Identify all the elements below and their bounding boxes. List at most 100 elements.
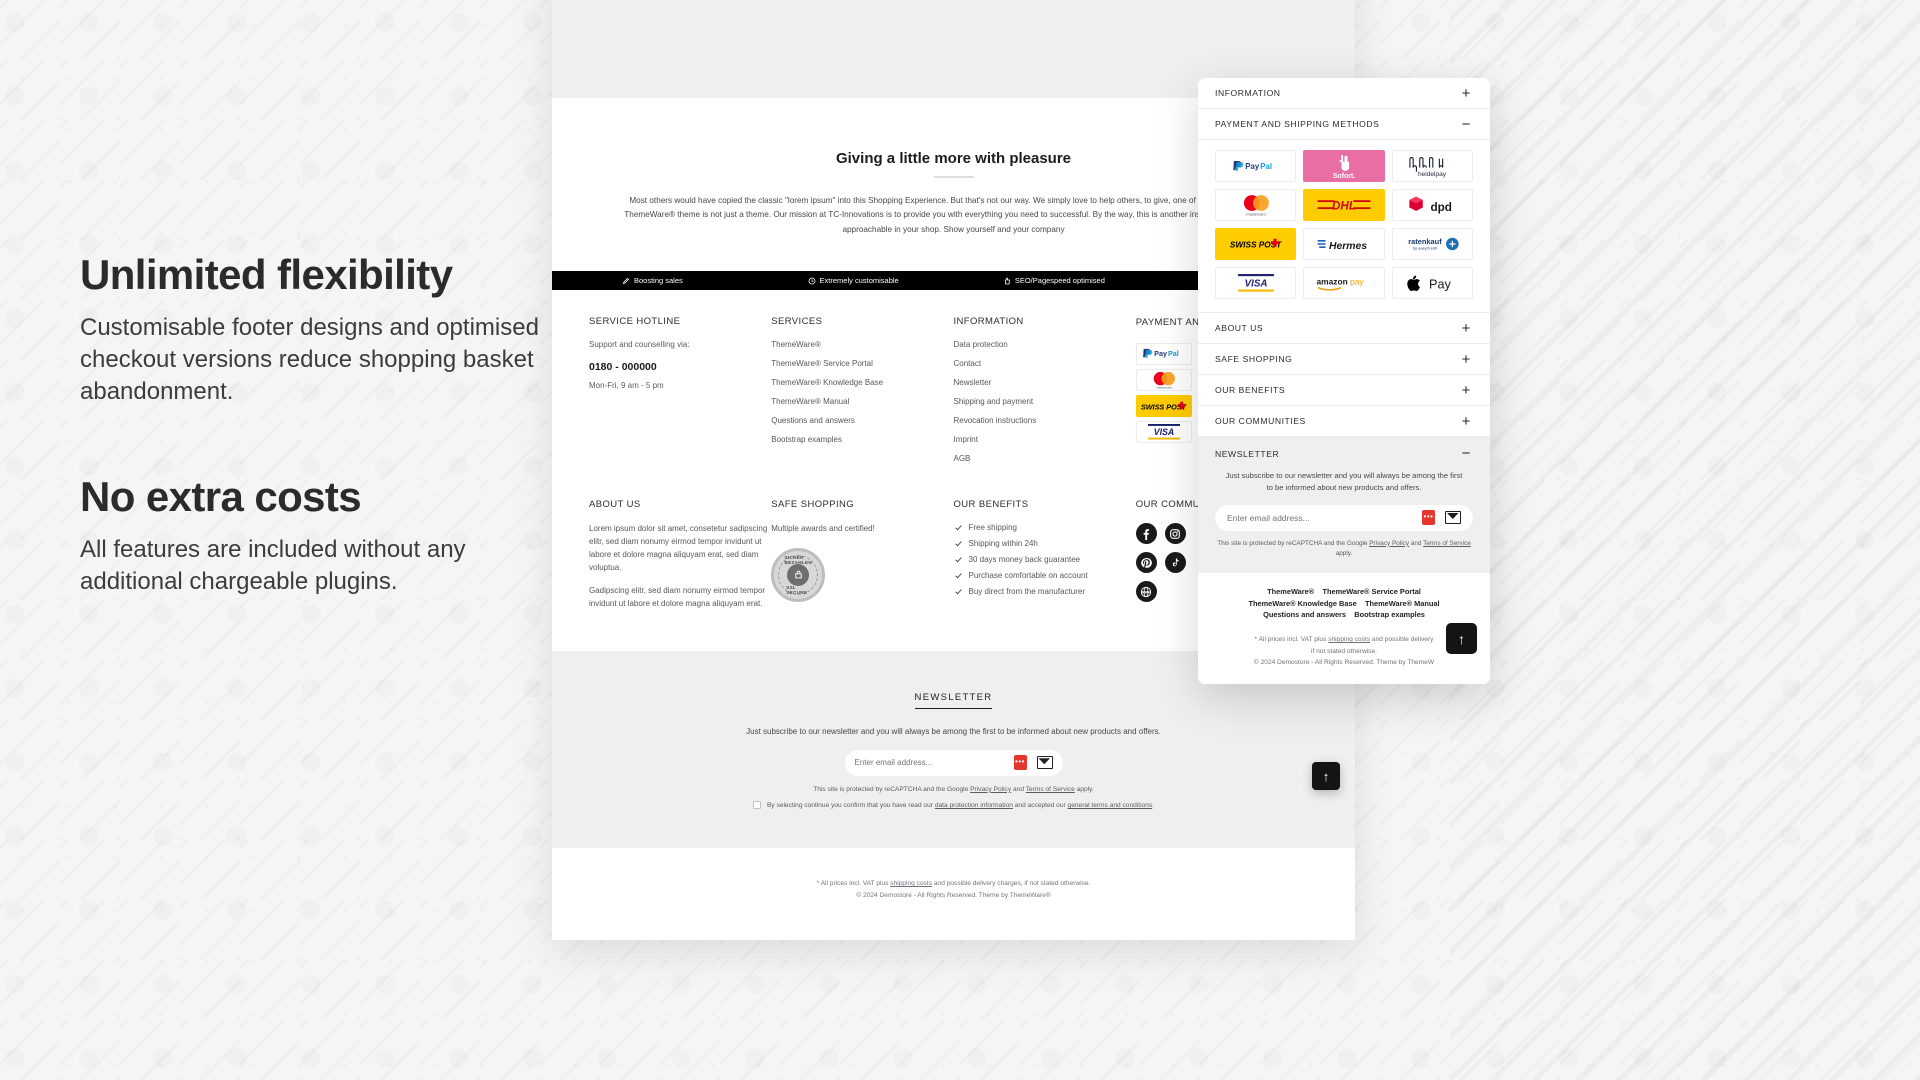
footer-link[interactable]: Revocation instructions	[954, 416, 1136, 425]
mobile-footer-link[interactable]: ThemeWare® Manual	[1365, 599, 1440, 608]
benefit-label: 30 days money back guarantee	[968, 555, 1081, 565]
scroll-to-top-button-desktop[interactable]: ↑	[1312, 762, 1340, 790]
accordion-row-information[interactable]: INFORMATION +	[1198, 78, 1490, 109]
minus-icon[interactable]: −	[1459, 117, 1473, 132]
shipping-costs-link[interactable]: shipping costs	[1328, 636, 1370, 643]
usp-item-boosting-sales: Boosting sales	[552, 276, 753, 285]
footer-link[interactable]: ThemeWare® Knowledge Base	[771, 378, 953, 387]
newsletter-email-input[interactable]	[854, 758, 1014, 768]
footer-link[interactable]: ThemeWare® Manual	[771, 397, 953, 406]
tiktok-icon[interactable]	[1164, 552, 1186, 574]
accordion-row-about-us[interactable]: ABOUT US +	[1198, 313, 1490, 344]
mobile-footer-link[interactable]: ThemeWare® Service Portal	[1322, 587, 1420, 596]
minus-icon[interactable]: −	[1459, 446, 1473, 461]
plus-icon[interactable]: +	[1459, 414, 1473, 429]
dhl-logo: DHL	[1317, 200, 1371, 213]
benefit-label: Purchase comfortable on account	[968, 571, 1088, 581]
accordion-row-our-benefits[interactable]: OUR BENEFITS +	[1198, 375, 1490, 406]
footer-link[interactable]: Shipping and payment	[954, 397, 1136, 406]
mobile-footer-link[interactable]: Questions and answers	[1263, 610, 1346, 619]
instagram-icon[interactable]	[1164, 523, 1186, 545]
payment-logo-mastercard: mastercard	[1135, 368, 1192, 391]
marketing-copy: Unlimited flexibility Customisable foote…	[80, 251, 550, 598]
accordion-title: ABOUT US	[1215, 323, 1264, 333]
privacy-policy-link[interactable]: Privacy Policy	[1369, 540, 1409, 547]
footer-link[interactable]: Contact	[954, 359, 1136, 368]
legal-mid: and	[1409, 539, 1424, 547]
footer-link[interactable]: Imprint	[954, 435, 1136, 444]
accordion-row-our-communities[interactable]: OUR COMMUNITIES +	[1198, 406, 1490, 437]
terms-of-service-link[interactable]: Terms of Service	[1026, 786, 1075, 793]
payment-logo-swiss-post: SWISS POST	[1135, 394, 1192, 417]
payment-logo-list: Pay Pal mastercard SWISS POST VISA	[1135, 342, 1192, 443]
svg-text:Hermes: Hermes	[1329, 241, 1367, 252]
usp-item-seo: SEO/Pagespeed optimised	[954, 276, 1155, 285]
privacy-policy-link[interactable]: Privacy Policy	[970, 786, 1011, 793]
badge-bottom-text: SSL SECURE	[786, 584, 808, 595]
copy-block-1: Unlimited flexibility Customisable foote…	[80, 251, 550, 408]
plus-icon[interactable]: +	[1459, 352, 1473, 367]
data-protection-link[interactable]: data protection information	[935, 802, 1013, 809]
footer-link[interactable]: ThemeWare® Service Portal	[771, 359, 953, 368]
website-icon[interactable]: WWW	[1135, 581, 1157, 603]
check-icon	[954, 573, 962, 579]
copy-block-2: No extra costs All features are included…	[80, 472, 550, 598]
svg-text:Pal: Pal	[1168, 349, 1179, 358]
payment-logo-paypal: Pay Pal	[1135, 342, 1192, 365]
hotline-phone[interactable]: 0180 - 000000	[589, 361, 771, 373]
footer-link[interactable]: Data protection	[954, 340, 1136, 349]
payment-logo-mastercard: mastercard	[1215, 189, 1297, 221]
terms-of-service-link[interactable]: Terms of Service	[1423, 540, 1471, 547]
mastercard-logo: mastercard	[1243, 194, 1269, 216]
check-icon	[954, 589, 962, 595]
footer-link[interactable]: Bootstrap examples	[771, 435, 953, 444]
accordion-row-payment[interactable]: PAYMENT AND SHIPPING METHODS −	[1198, 109, 1490, 140]
consent-mid: and accepted our	[1012, 802, 1068, 810]
recaptcha-badge-icon: •••	[1422, 510, 1435, 526]
accordion-row-safe-shopping[interactable]: SAFE SHOPPING +	[1198, 344, 1490, 375]
plus-icon[interactable]: +	[1459, 321, 1473, 336]
scroll-to-top-button-mobile[interactable]: ↑	[1446, 623, 1477, 654]
ssl-secure-badge: SICHER BEZAHLEN SSL SECURE	[771, 547, 826, 602]
footer-link[interactable]: Questions and answers	[771, 416, 953, 425]
plus-icon[interactable]: +	[1459, 86, 1473, 101]
mobile-footer-link[interactable]: Bootstrap examples	[1354, 610, 1425, 619]
footer-link[interactable]: AGB	[954, 454, 1136, 463]
facebook-icon[interactable]	[1135, 523, 1157, 545]
shipping-costs-link[interactable]: shipping costs	[890, 880, 932, 887]
hotline-subtitle: Support and counselling via:	[589, 340, 690, 350]
mobile-footer-link[interactable]: ThemeWare®	[1267, 587, 1314, 596]
pinterest-icon[interactable]	[1135, 552, 1157, 574]
svg-text:Pay: Pay	[1245, 162, 1260, 171]
newsletter-title: NEWSLETTER	[914, 692, 993, 709]
heading-rule	[933, 176, 974, 178]
footer-col-safe-shopping: SAFE SHOPPING Multiple awards and certif…	[771, 499, 953, 621]
benefit-item: Shipping within 24h	[954, 539, 1136, 548]
svg-text:VISA: VISA	[1153, 427, 1174, 437]
mobile-legal-line-2: © 2024 Demostore - All Rights Reserved. …	[1253, 659, 1435, 667]
mobile-newsletter-email-input[interactable]	[1227, 512, 1422, 523]
hotline-hours: Mon-Fri, 9 am - 5 pm	[589, 381, 664, 391]
consent-checkbox[interactable]	[752, 801, 761, 810]
svg-text:amazon: amazon	[1317, 277, 1348, 287]
payment-logo-dhl: DHL	[1303, 189, 1385, 221]
newsletter-form[interactable]: •••	[844, 749, 1063, 776]
envelope-submit-icon[interactable]	[1445, 511, 1461, 525]
envelope-submit-icon[interactable]	[1036, 756, 1053, 770]
footer-col-information: INFORMATION Data protection Contact News…	[954, 316, 1136, 473]
column-title: SERVICE HOTLINE	[589, 316, 681, 328]
footer-link[interactable]: ThemeWare®	[771, 340, 953, 349]
mobile-newsletter-form[interactable]: •••	[1215, 504, 1473, 531]
copy-heading-2: No extra costs	[80, 472, 362, 520]
accordion-row-newsletter[interactable]: NEWSLETTER −	[1215, 446, 1473, 461]
newsletter-consent[interactable]: By selecting continue you confirm that y…	[752, 801, 1154, 812]
svg-text:pay: pay	[1350, 277, 1364, 287]
terms-conditions-link[interactable]: general terms and conditions	[1068, 802, 1153, 809]
plus-icon[interactable]: +	[1459, 383, 1473, 398]
footer-link[interactable]: Newsletter	[954, 378, 1136, 387]
dpd-logo: dpd	[1409, 196, 1452, 214]
about-paragraph: Gadipscing elitr, sed diam nonumy eirmod…	[589, 585, 766, 608]
svg-text:Sofort.: Sofort.	[1333, 173, 1355, 180]
legal-suffix: apply.	[1074, 785, 1094, 793]
mobile-footer-link[interactable]: ThemeWare® Knowledge Base	[1248, 599, 1356, 608]
